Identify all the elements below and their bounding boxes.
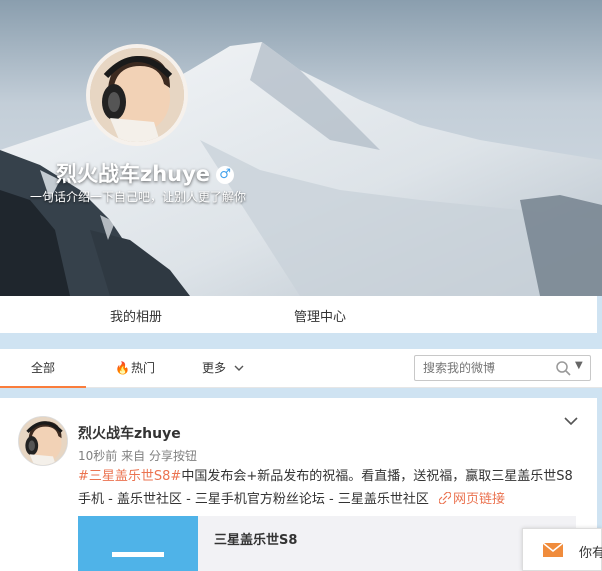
fire-icon: 🔥 (115, 361, 130, 375)
nav-item-management-center[interactable]: 管理中心 (294, 306, 346, 325)
feed-tabs: 全部 🔥热门 更多 ▼ (0, 349, 602, 388)
search-box: ▼ (414, 355, 591, 381)
post-web-link-label: 网页链接 (453, 492, 506, 507)
search-dropdown-icon[interactable]: ▼ (575, 360, 583, 371)
profile-name: 烈火战车zhuye ♂ (56, 158, 235, 188)
post-source-link[interactable]: 分享按钮 (149, 449, 197, 463)
male-gender-icon: ♂ (216, 166, 235, 184)
share-thumbnail-bar (112, 552, 164, 557)
link-icon (438, 491, 452, 505)
profile-nav: 我的相册 管理中心 (0, 296, 597, 333)
tab-more-label: 更多 (202, 361, 227, 375)
avatar-child-headphones-image (90, 48, 184, 142)
search-input[interactable] (423, 359, 553, 377)
mail-icon (543, 543, 563, 557)
post-text: #三星盖乐世S8#中国发布会+新品发布的祝福。看直播，送祝福，赢取三星盖乐世S8… (78, 465, 574, 511)
tab-more[interactable]: 更多 (202, 349, 244, 388)
post-card: 烈火战车zhuye 10秒前 来自 分享按钮 #三星盖乐世S8#中国发布会+新品… (0, 398, 597, 571)
share-title: 三星盖乐世S8 (214, 533, 298, 548)
profile-avatar[interactable] (86, 44, 188, 146)
profile-intro[interactable]: 一句话介绍一下自己吧，让别人更了解你 (30, 188, 246, 205)
profile-name-text: 烈火战车zhuye (56, 162, 211, 186)
profile-cover: 烈火战车zhuye ♂ 一句话介绍一下自己吧，让别人更了解你 (0, 0, 602, 296)
avatar-child-headphones-image (19, 417, 67, 465)
post-author-avatar[interactable] (18, 416, 68, 466)
post-author-name[interactable]: 烈火战车zhuye (78, 423, 181, 443)
mountain-cover-image (0, 0, 602, 296)
post-source-prefix: 来自 (121, 449, 146, 463)
tab-all-label: 全部 (30, 361, 55, 375)
chevron-down-icon[interactable] (562, 414, 580, 428)
post-time[interactable]: 10秒前 (78, 449, 117, 463)
post-meta: 10秒前 来自 分享按钮 (78, 447, 197, 464)
post-share-card[interactable]: 三星盖乐世S8 (78, 516, 576, 571)
post-hashtag[interactable]: #三星盖乐世S8# (78, 469, 181, 484)
share-thumbnail (78, 516, 198, 571)
message-float[interactable]: 你有 (522, 528, 602, 571)
tab-hot-label: 热门 (130, 361, 155, 375)
post-web-link[interactable]: 网页链接 (433, 491, 506, 507)
nav-item-album[interactable]: 我的相册 (110, 306, 162, 325)
search-icon[interactable] (555, 360, 571, 376)
message-float-label: 你有 (579, 546, 602, 561)
tab-all[interactable]: 全部 (0, 349, 86, 388)
chevron-down-icon (234, 365, 244, 371)
tab-hot[interactable]: 🔥热门 (115, 349, 155, 388)
